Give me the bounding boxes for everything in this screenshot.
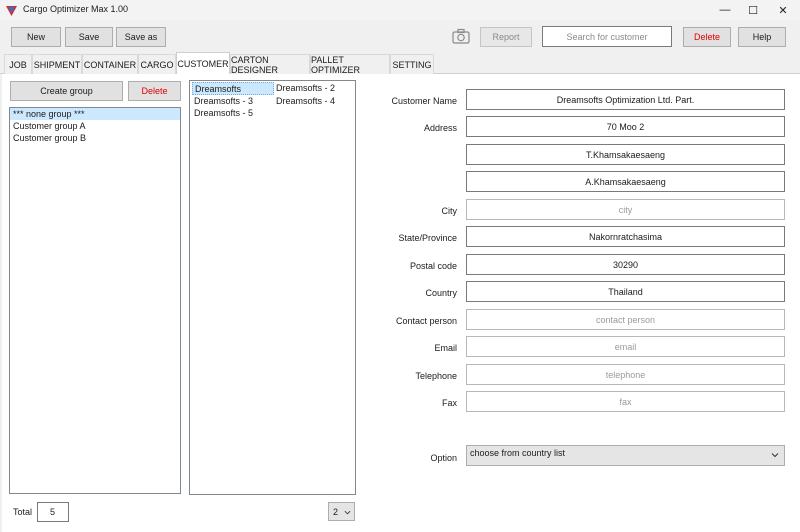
group-item[interactable]: Customer group A <box>10 120 180 132</box>
option-dropdown[interactable]: choose from country list <box>466 445 785 466</box>
total-count-field: 5 <box>37 502 69 522</box>
maximize-button[interactable]: ☐ <box>738 0 768 20</box>
new-button[interactable]: New <box>11 27 61 47</box>
tab-pallet-optimizer[interactable]: PALLET OPTIMIZER <box>310 54 390 75</box>
minimize-button[interactable]: — <box>710 0 740 20</box>
group-item[interactable]: *** none group *** <box>10 108 180 120</box>
delete-customer-button[interactable]: Delete <box>683 27 731 47</box>
group-item[interactable]: Customer group B <box>10 132 180 144</box>
postal-code-field[interactable]: 30290 <box>466 254 785 275</box>
email-label: Email <box>434 343 457 353</box>
chevron-down-icon <box>344 510 351 515</box>
app-logo-icon <box>6 6 17 16</box>
window-title: Cargo Optimizer Max 1.00 <box>23 4 129 14</box>
state-label: State/Province <box>398 233 457 243</box>
search-customer-input[interactable]: Search for customer <box>542 26 672 47</box>
postal-code-label: Postal code <box>409 261 457 271</box>
option-value: choose from country list <box>470 448 566 458</box>
fax-field[interactable]: fax <box>466 391 785 412</box>
chevron-down-icon <box>771 453 779 458</box>
customer-item[interactable]: Dreamsofts - 4 <box>274 95 356 108</box>
tab-job[interactable]: JOB <box>4 54 32 74</box>
tab-customer[interactable]: CUSTOMER <box>176 52 230 75</box>
country-label: Country <box>425 288 457 298</box>
customer-name-field[interactable]: Dreamsofts Optimization Ltd. Part. <box>466 89 785 110</box>
address-line2-field[interactable]: T.Khamsakaesaeng <box>466 144 785 165</box>
create-group-button[interactable]: Create group <box>10 81 123 101</box>
page-value: 2 <box>333 507 339 517</box>
telephone-label: Telephone <box>415 371 457 381</box>
report-button[interactable]: Report <box>480 27 532 47</box>
address-line3-field[interactable]: A.Khamsakaesaeng <box>466 171 785 192</box>
tab-setting[interactable]: SETTING <box>390 54 434 74</box>
customer-list[interactable]: Dreamsofts Dreamsofts - 2 Dreamsofts - 3… <box>189 80 356 495</box>
tab-cargo[interactable]: CARGO <box>138 54 176 74</box>
customer-item[interactable]: Dreamsofts - 5 <box>192 107 274 120</box>
customer-item[interactable]: Dreamsofts <box>192 82 274 95</box>
country-field[interactable]: Thailand <box>466 281 785 302</box>
state-field[interactable]: Nakornratchasima <box>466 226 785 247</box>
help-button[interactable]: Help <box>738 27 786 47</box>
title-bar: Cargo Optimizer Max 1.00 — ☐ ✕ <box>0 0 800 20</box>
save-button[interactable]: Save <box>65 27 113 47</box>
tab-shipment[interactable]: SHIPMENT <box>32 54 82 74</box>
camera-icon[interactable] <box>452 28 470 44</box>
option-label: Option <box>430 453 457 463</box>
address-label: Address <box>423 123 457 133</box>
total-label: Total <box>13 507 33 517</box>
delete-group-button[interactable]: Delete <box>128 81 181 101</box>
customer-item[interactable]: Dreamsofts - 3 <box>192 95 274 108</box>
page-dropdown[interactable]: 2 <box>328 502 355 521</box>
customer-name-label: Customer Name <box>391 96 457 106</box>
close-window-button[interactable]: ✕ <box>768 0 798 20</box>
contact-person-label: Contact person <box>395 316 457 326</box>
telephone-field[interactable]: telephone <box>466 364 785 385</box>
save-as-button[interactable]: Save as <box>116 27 166 47</box>
address-line1-field[interactable]: 70 Moo 2 <box>466 116 785 137</box>
main-tabs: JOB SHIPMENT CONTAINER CARGO CUSTOMER CA… <box>0 52 800 75</box>
city-field[interactable]: city <box>466 199 785 220</box>
fax-label: Fax <box>441 398 457 408</box>
city-label: City <box>441 206 458 216</box>
tab-carton-designer[interactable]: CARTON DESIGNER <box>230 54 310 75</box>
email-field[interactable]: email <box>466 336 785 357</box>
tab-container[interactable]: CONTAINER <box>82 54 138 74</box>
customer-item[interactable]: Dreamsofts - 2 <box>274 82 356 95</box>
group-list[interactable]: *** none group *** Customer group A Cust… <box>9 107 181 494</box>
contact-person-field[interactable]: contact person <box>466 309 785 330</box>
